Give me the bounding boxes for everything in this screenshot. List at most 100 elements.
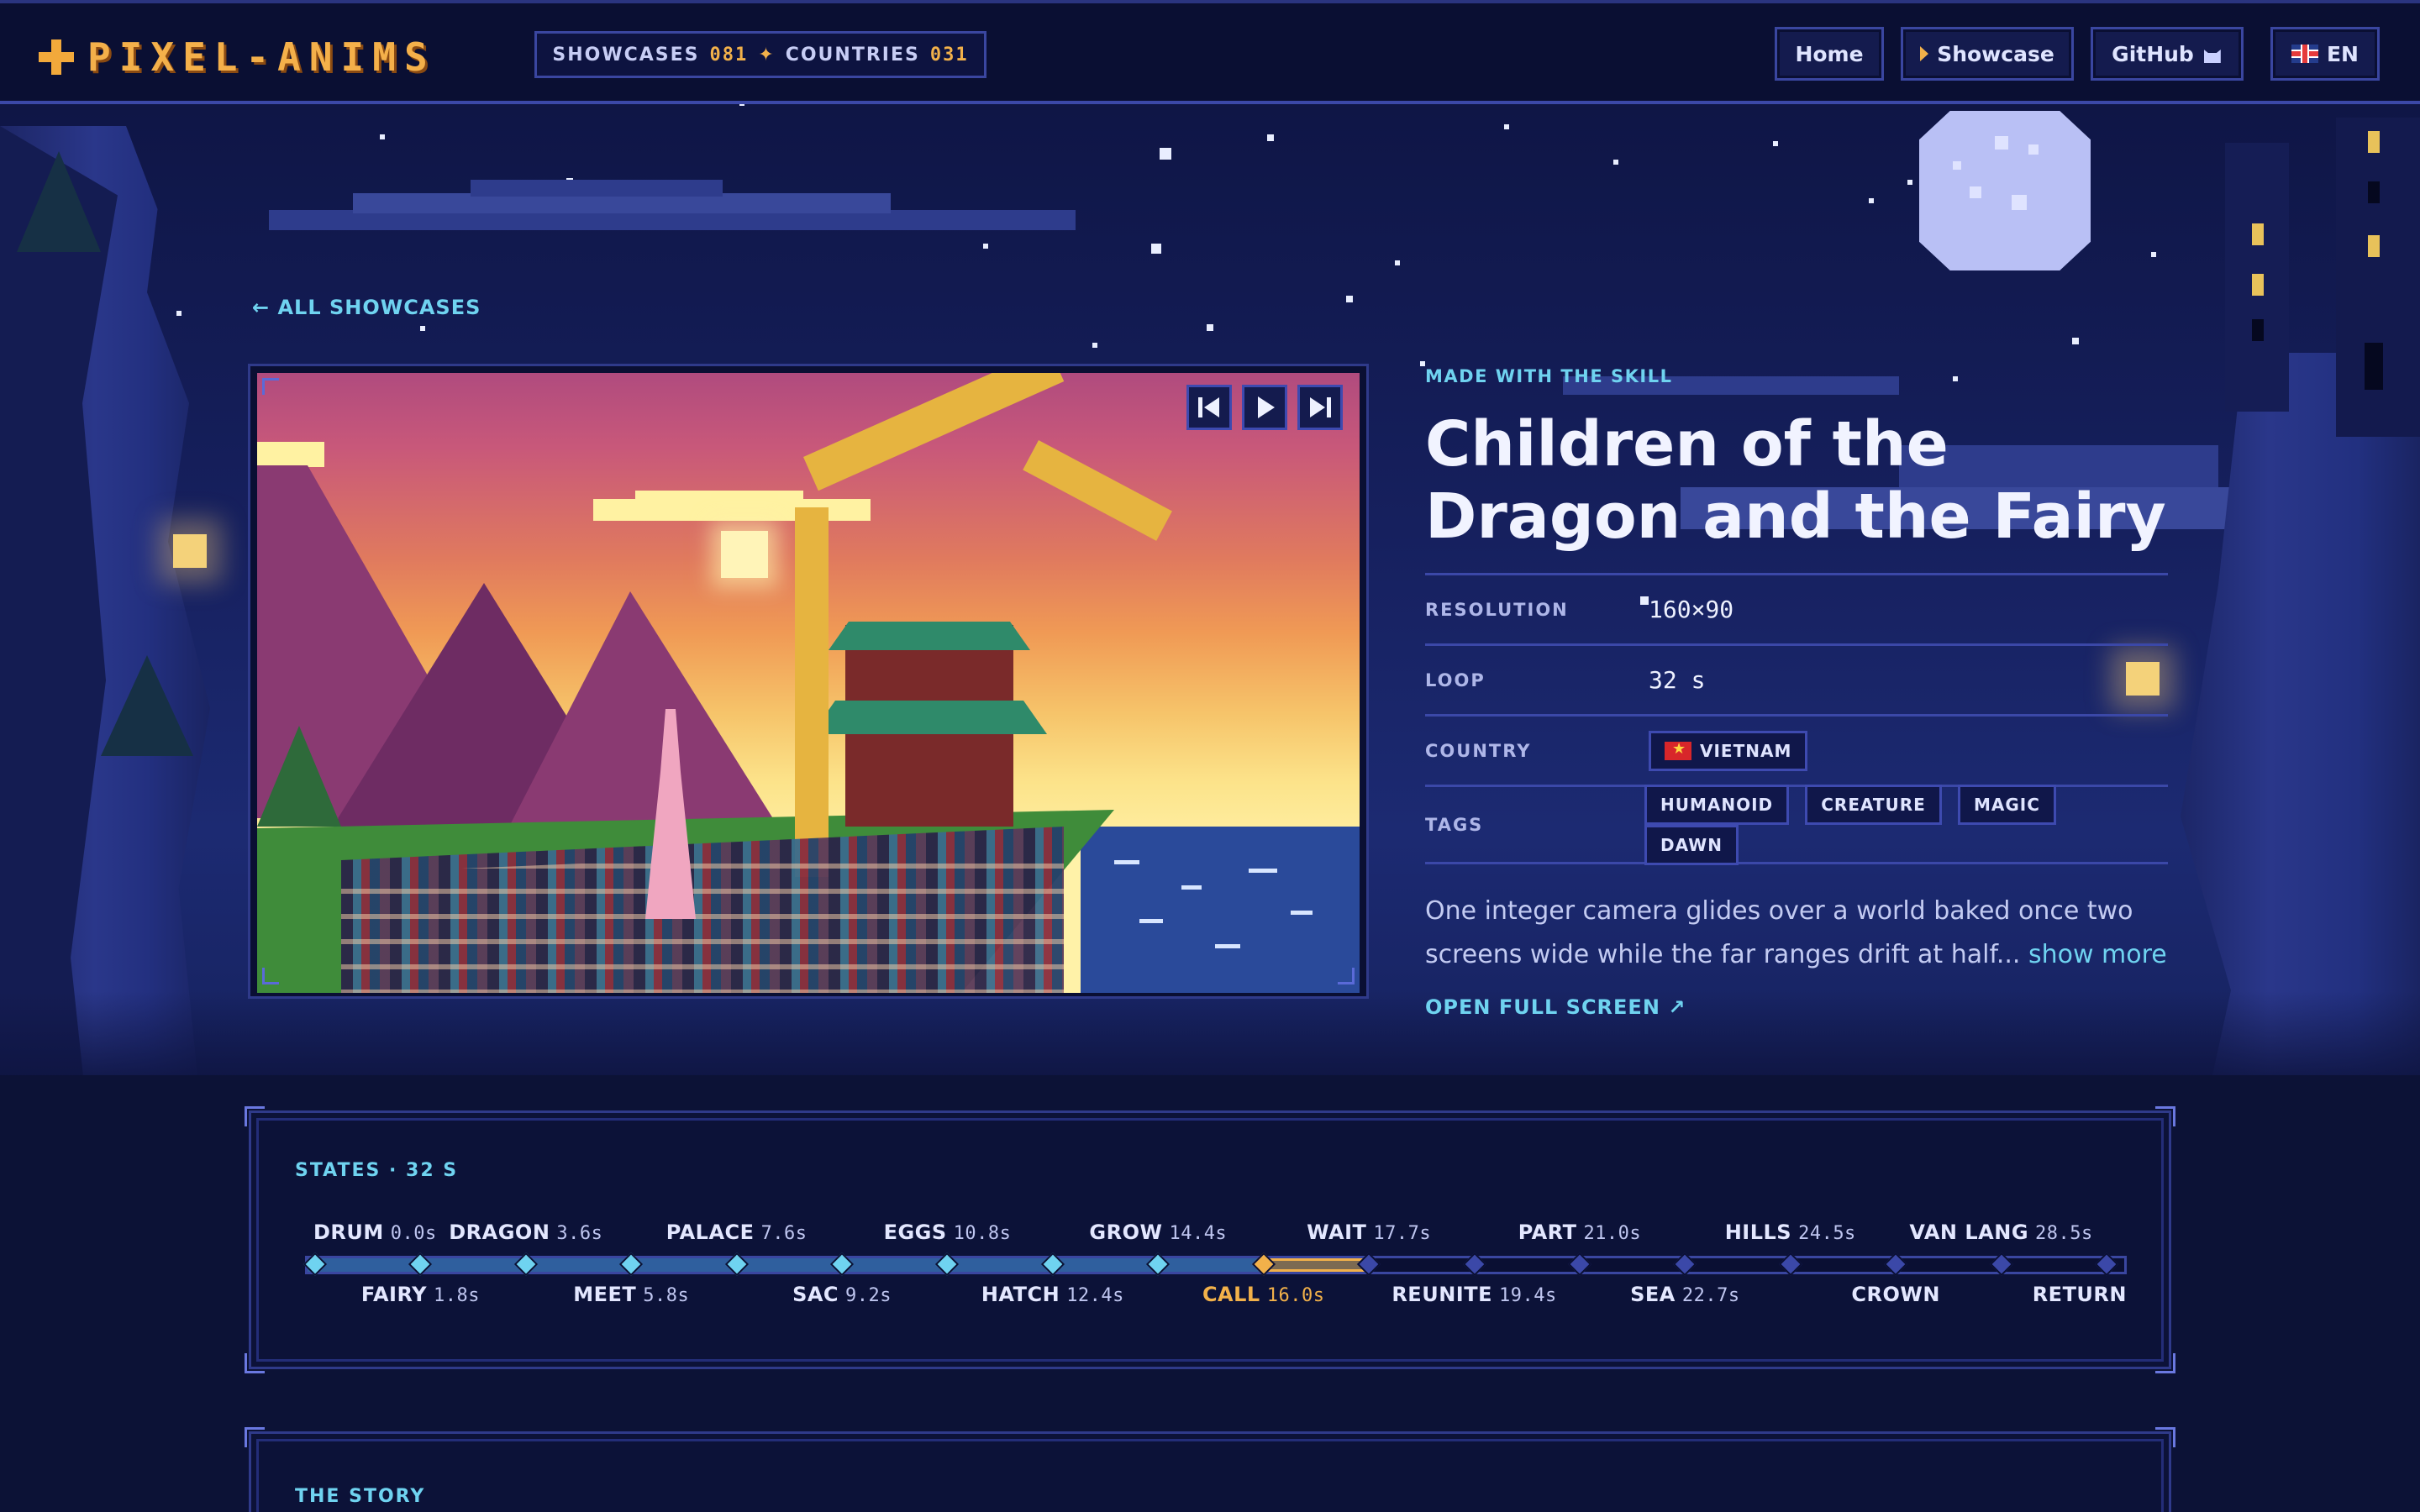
state-name: CROWN [1851, 1283, 1940, 1306]
page-title: Children of the Dragon and the Fairy [1425, 408, 2166, 553]
tag-chip[interactable]: DAWN [1644, 824, 1739, 865]
top-header: PIXEL-ANIMS SHOWCASES 081 ✦ COUNTRIES 03… [0, 0, 2420, 104]
star [1395, 260, 1400, 265]
state-label[interactable]: DRUM 0.0s [313, 1221, 437, 1244]
language-button[interactable]: EN [2270, 27, 2380, 81]
state-label[interactable]: GROW 14.4s [1089, 1221, 1227, 1244]
sun [721, 531, 768, 578]
animation-player[interactable] [250, 366, 1366, 996]
nav-github-button[interactable]: GitHub [2091, 27, 2244, 81]
cloud [471, 180, 723, 197]
nav-showcase-label: Showcase [1937, 41, 2054, 66]
state-time: 17.7s [1373, 1223, 1432, 1244]
vietnam-flag-icon [1665, 740, 1691, 760]
state-label[interactable]: CROWN [1851, 1283, 1940, 1306]
tag-chip[interactable]: CREATURE [1805, 784, 1942, 825]
state-label[interactable]: PART 21.0s [1518, 1221, 1641, 1244]
star [2151, 252, 2156, 257]
tower [2225, 143, 2289, 412]
meta-row-tags: TAGS HUMANOID CREATURE MAGIC DAWN [1425, 784, 2168, 865]
state-time: 3.6s [556, 1223, 603, 1244]
state-label[interactable]: WAIT 17.7s [1307, 1221, 1431, 1244]
states-title: STATES · 32 S [295, 1160, 459, 1181]
tag-chip[interactable]: HUMANOID [1644, 784, 1790, 825]
state-time: 28.5s [2035, 1223, 2093, 1244]
star [380, 134, 385, 139]
nav-showcase-button[interactable]: Showcase [1901, 27, 2074, 81]
uk-flag-icon [2291, 45, 2318, 63]
meta-row-resolution: RESOLUTION 160×90 [1425, 575, 2168, 646]
meta-key: COUNTRY [1425, 740, 1532, 761]
state-label[interactable]: HILLS 24.5s [1725, 1221, 1856, 1244]
state-name: HILLS [1724, 1221, 1792, 1244]
state-time: 24.5s [1798, 1223, 1856, 1244]
star [1346, 296, 1353, 302]
stats-counter: SHOWCASES 081 ✦ COUNTRIES 031 [534, 31, 986, 78]
state-name: WAIT [1307, 1221, 1367, 1244]
states-panel: STATES · 32 S DRUM 0.0s FAIRY 1.8s DRAGON 3.6… [245, 1106, 2175, 1373]
skip-back-button[interactable] [1186, 385, 1232, 430]
state-label[interactable]: VAN LANG 28.5s [1909, 1221, 2092, 1244]
all-showcases-link[interactable]: ← ALL SHOWCASES [252, 296, 481, 319]
site-logo[interactable]: PIXEL-ANIMS [39, 34, 436, 81]
state-time: 9.2s [845, 1285, 892, 1306]
state-label[interactable]: HATCH 12.4s [981, 1283, 1124, 1306]
star [2072, 338, 2079, 344]
showcase-info: MADE WITH THE SKILL Children of the Drag… [1425, 366, 2168, 1019]
lantern [173, 534, 207, 568]
tag-chip[interactable]: MAGIC [1957, 784, 2056, 825]
star [1160, 148, 1171, 160]
country-chip[interactable]: VIETNAM [1649, 730, 1808, 771]
star [1151, 244, 1161, 254]
state-name: SAC [792, 1283, 839, 1306]
state-label[interactable]: PALACE 7.6s [666, 1221, 808, 1244]
skip-back-icon [1198, 397, 1219, 417]
timeline-track[interactable] [305, 1256, 2127, 1274]
made-with-label: MADE WITH THE SKILL [1425, 366, 1673, 386]
sea [1081, 827, 1360, 993]
state-name: HATCH [981, 1283, 1060, 1306]
skip-forward-button[interactable] [1297, 385, 1343, 430]
state-name: DRUM [313, 1221, 384, 1244]
star [1267, 134, 1274, 141]
star [1773, 141, 1778, 146]
skip-forward-icon [1310, 397, 1331, 417]
state-name: VAN LANG [1909, 1221, 2029, 1244]
state-time: 14.4s [1169, 1223, 1228, 1244]
country-label: VIETNAM [1700, 740, 1792, 761]
nav-home-label: Home [1795, 41, 1864, 66]
state-time: 16.0s [1266, 1285, 1325, 1306]
state-label[interactable]: EGGS 10.8s [884, 1221, 1012, 1244]
open-full-screen-link[interactable]: OPEN FULL SCREEN ↗ [1425, 995, 2168, 1019]
nav-home-button[interactable]: Home [1775, 27, 1884, 81]
show-more-link[interactable]: show more [2028, 940, 2167, 969]
state-time: 0.0s [390, 1223, 437, 1244]
state-label[interactable]: SAC 9.2s [792, 1283, 892, 1306]
state-label[interactable]: REUNITE 19.4s [1392, 1283, 1556, 1306]
story-title: THE STORY [295, 1486, 426, 1507]
play-button[interactable] [1242, 385, 1287, 430]
panel-corner [245, 1106, 265, 1126]
frame-corner [262, 968, 279, 984]
state-name: EGGS [883, 1221, 947, 1244]
state-label[interactable]: DRAGON 3.6s [449, 1221, 602, 1244]
state-label[interactable]: FAIRY 1.8s [361, 1283, 480, 1306]
panel-corner [245, 1427, 265, 1447]
meta-row-country: COUNTRY VIETNAM [1425, 717, 2168, 787]
state-label[interactable]: RETURN [2033, 1283, 2127, 1306]
state-name: GROW [1089, 1221, 1163, 1244]
state-name: RETURN [2032, 1283, 2127, 1306]
github-cat-icon [2202, 45, 2223, 63]
state-time: 22.7s [1681, 1285, 1740, 1306]
dragon [795, 507, 829, 877]
state-label[interactable]: CALL 16.0s [1202, 1283, 1325, 1306]
state-label[interactable]: MEET 5.8s [573, 1283, 689, 1306]
description-text: One integer camera glides over a world b… [1425, 896, 2133, 969]
timeline-current-segment [1265, 1258, 1372, 1272]
star [420, 326, 425, 331]
state-label[interactable]: SEA 22.7s [1630, 1283, 1740, 1306]
timeline-progress [308, 1258, 1266, 1272]
star [1207, 324, 1213, 331]
panel-corner [2155, 1353, 2175, 1373]
loop-value: 32 s [1649, 666, 1706, 694]
